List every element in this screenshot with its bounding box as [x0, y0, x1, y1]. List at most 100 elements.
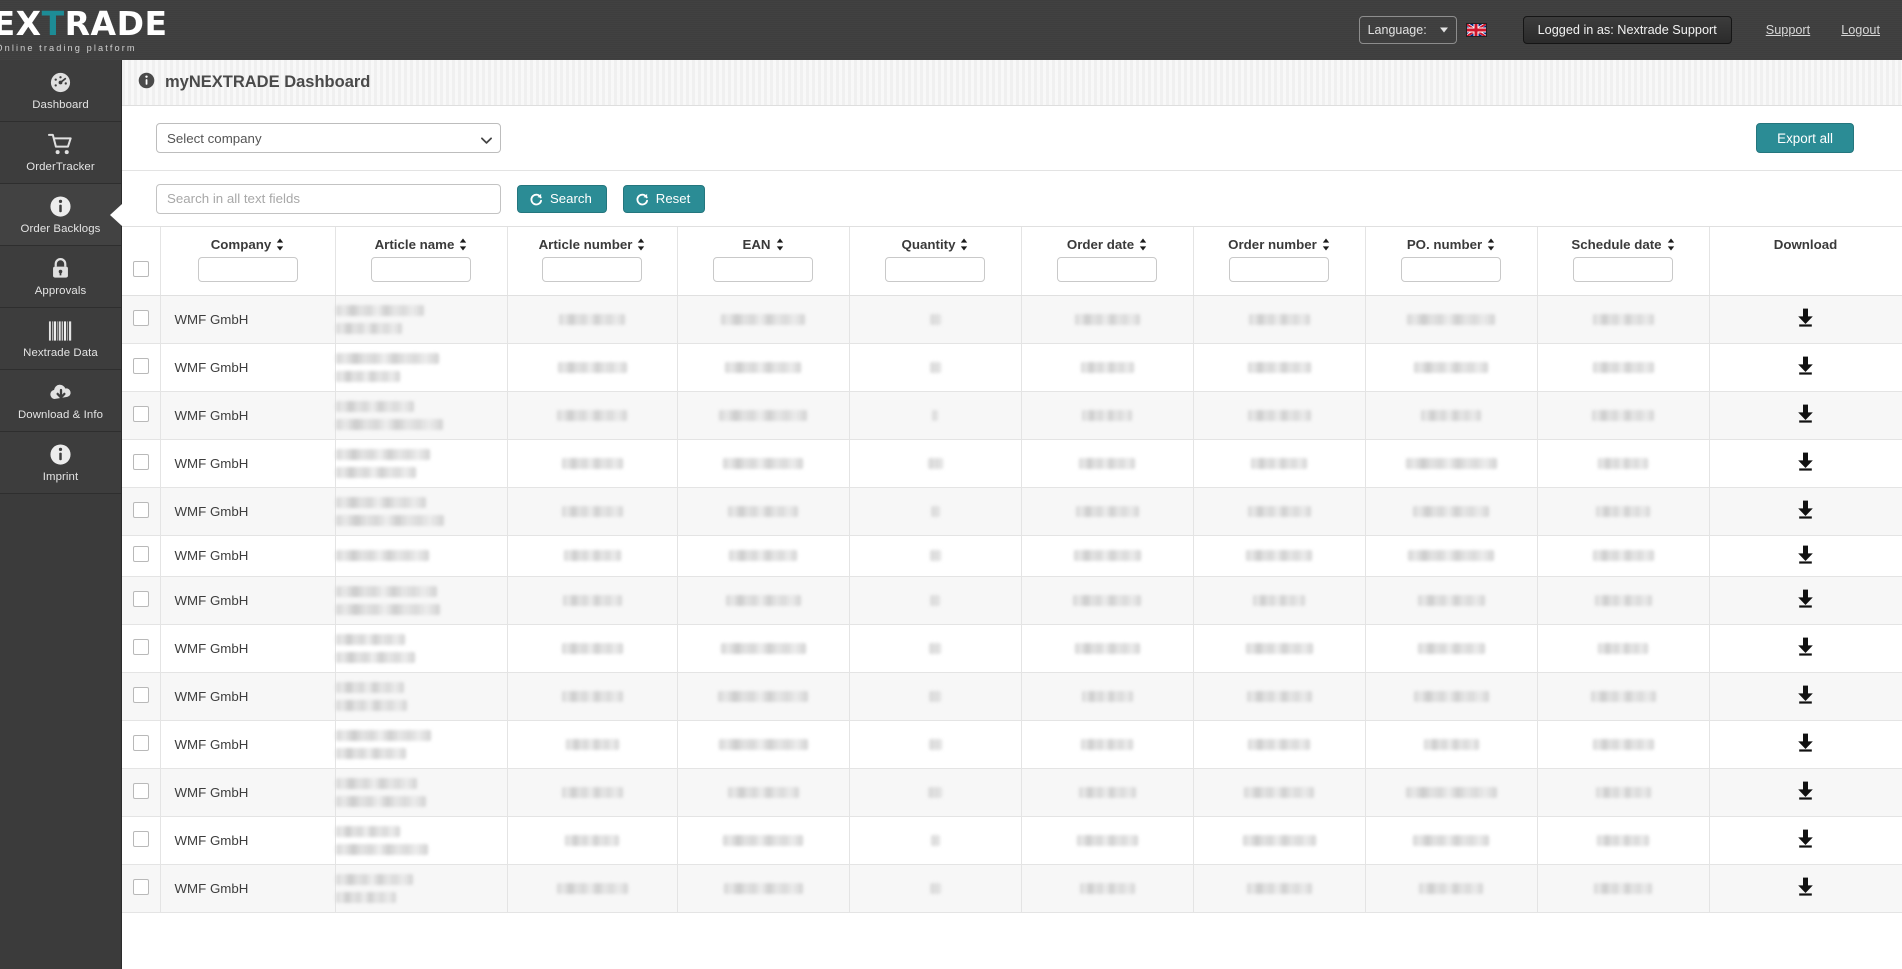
sidebar-item-order-backlogs[interactable]: Order Backlogs — [0, 184, 121, 246]
cell-download[interactable] — [1709, 816, 1902, 864]
download-icon[interactable] — [1710, 829, 1902, 851]
redacted-value — [1077, 835, 1138, 846]
filter-input-article-name[interactable] — [371, 257, 471, 282]
redacted-value — [557, 883, 628, 894]
row-checkbox[interactable] — [133, 831, 149, 847]
logout-link[interactable]: Logout — [1841, 23, 1880, 37]
download-icon[interactable] — [1710, 877, 1902, 899]
brand-logo[interactable]: NEXTRADE Online trading platform — [0, 0, 122, 60]
table-row[interactable]: WMF GmbH — [122, 343, 1902, 391]
filter-input-ean[interactable] — [713, 257, 813, 282]
cell-article-number — [507, 391, 677, 439]
table-row[interactable]: WMF GmbH — [122, 720, 1902, 768]
column-header-order-number[interactable]: Order number — [1193, 227, 1365, 255]
cell-article-name — [335, 768, 507, 816]
sort-arrows-icon — [459, 238, 467, 251]
download-icon[interactable] — [1710, 589, 1902, 611]
row-checkbox[interactable] — [133, 546, 149, 562]
row-checkbox[interactable] — [133, 687, 149, 703]
logged-in-user-button[interactable]: Logged in as: Nextrade Support — [1523, 16, 1732, 44]
sidebar-item-ordertracker[interactable]: OrderTracker — [0, 122, 121, 184]
download-icon[interactable] — [1710, 356, 1902, 378]
row-checkbox[interactable] — [133, 406, 149, 422]
order-backlogs-table-container[interactable]: Company Article name Article number EAN … — [122, 226, 1902, 969]
download-icon[interactable] — [1710, 545, 1902, 567]
cell-download[interactable] — [1709, 535, 1902, 576]
column-header-company[interactable]: Company — [160, 227, 335, 255]
row-checkbox[interactable] — [133, 454, 149, 470]
filter-input-company[interactable] — [198, 257, 298, 282]
column-header-article-number[interactable]: Article number — [507, 227, 677, 255]
cell-download[interactable] — [1709, 295, 1902, 343]
download-icon[interactable] — [1710, 404, 1902, 426]
row-checkbox[interactable] — [133, 358, 149, 374]
row-checkbox[interactable] — [133, 591, 149, 607]
table-row[interactable]: WMF GmbH — [122, 391, 1902, 439]
row-checkbox[interactable] — [133, 310, 149, 326]
table-row[interactable]: WMF GmbH — [122, 576, 1902, 624]
table-row[interactable]: WMF GmbH — [122, 768, 1902, 816]
language-select-label: Language: — [1368, 23, 1427, 37]
table-row[interactable]: WMF GmbH — [122, 487, 1902, 535]
row-checkbox[interactable] — [133, 783, 149, 799]
sidebar-item-dashboard[interactable]: Dashboard — [0, 60, 121, 122]
cell-download[interactable] — [1709, 487, 1902, 535]
download-icon[interactable] — [1710, 733, 1902, 755]
column-header-article-name[interactable]: Article name — [335, 227, 507, 255]
download-icon[interactable] — [1710, 452, 1902, 474]
filter-cell-quantity — [849, 255, 1021, 295]
filter-input-schedule-date[interactable] — [1573, 257, 1673, 282]
filter-input-quantity[interactable] — [885, 257, 985, 282]
table-row[interactable]: WMF GmbH — [122, 672, 1902, 720]
table-row[interactable]: WMF GmbH — [122, 816, 1902, 864]
cell-po-number — [1365, 391, 1537, 439]
cell-download[interactable] — [1709, 439, 1902, 487]
filter-input-order-date[interactable] — [1057, 257, 1157, 282]
reset-button[interactable]: Reset — [623, 185, 705, 213]
cell-download[interactable] — [1709, 720, 1902, 768]
search-input[interactable] — [156, 184, 501, 214]
cell-download[interactable] — [1709, 576, 1902, 624]
cell-download[interactable] — [1709, 864, 1902, 912]
row-checkbox[interactable] — [133, 639, 149, 655]
cell-download[interactable] — [1709, 672, 1902, 720]
cell-download[interactable] — [1709, 624, 1902, 672]
row-checkbox[interactable] — [133, 879, 149, 895]
download-icon[interactable] — [1710, 500, 1902, 522]
cell-download[interactable] — [1709, 343, 1902, 391]
sidebar-item-imprint[interactable]: Imprint — [0, 432, 121, 494]
download-icon[interactable] — [1710, 685, 1902, 707]
export-all-button[interactable]: Export all — [1756, 123, 1854, 153]
column-header-po-number[interactable]: PO. number — [1365, 227, 1537, 255]
table-row[interactable]: WMF GmbH — [122, 864, 1902, 912]
support-link[interactable]: Support — [1766, 23, 1810, 37]
select-all-checkbox[interactable] — [133, 261, 149, 277]
language-select[interactable]: Language: — [1359, 16, 1457, 44]
table-row[interactable]: WMF GmbH — [122, 624, 1902, 672]
download-icon[interactable] — [1710, 637, 1902, 659]
redacted-value — [1413, 835, 1489, 846]
cell-download[interactable] — [1709, 391, 1902, 439]
table-row[interactable]: WMF GmbH — [122, 439, 1902, 487]
column-header-schedule-date[interactable]: Schedule date — [1537, 227, 1709, 255]
table-row[interactable]: WMF GmbH — [122, 295, 1902, 343]
search-button[interactable]: Search — [517, 185, 607, 213]
redacted-value — [718, 691, 808, 702]
row-checkbox[interactable] — [133, 735, 149, 751]
sidebar-item-nextrade-data[interactable]: Nextrade Data — [0, 308, 121, 370]
table-row[interactable]: WMF GmbH — [122, 535, 1902, 576]
column-header-order-date[interactable]: Order date — [1021, 227, 1193, 255]
download-icon[interactable] — [1710, 308, 1902, 330]
filter-input-po-number[interactable] — [1401, 257, 1501, 282]
sidebar-item-download-info[interactable]: Download & Info — [0, 370, 121, 432]
column-header-quantity[interactable]: Quantity — [849, 227, 1021, 255]
sidebar-item-approvals[interactable]: Approvals — [0, 246, 121, 308]
column-header-ean[interactable]: EAN — [677, 227, 849, 255]
cell-download[interactable] — [1709, 768, 1902, 816]
row-checkbox[interactable] — [133, 502, 149, 518]
filter-input-order-number[interactable] — [1229, 257, 1329, 282]
download-icon[interactable] — [1710, 781, 1902, 803]
sidebar-item-label: Approvals — [35, 285, 87, 297]
filter-input-article-number[interactable] — [542, 257, 642, 282]
company-select[interactable]: Select company — [156, 123, 501, 153]
